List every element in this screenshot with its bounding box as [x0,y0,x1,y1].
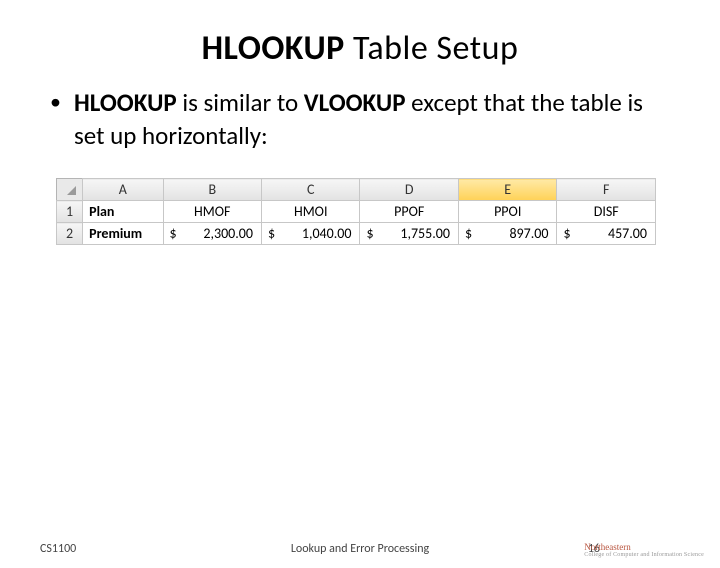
table-row: 1 Plan HMOF HMOI PPOF PPOI DISF [57,201,656,223]
title-bold: HLOOKUP [202,28,345,69]
row-header-1: 1 [57,201,83,223]
cell-b2: $2,300.00 [163,223,261,245]
footer-logo: Northeastern College of Computer and Inf… [584,543,704,558]
col-header-e: E [458,179,556,201]
table-row: 2 Premium $2,300.00 $1,040.00 $1,755.00 … [57,223,656,245]
cell-d2: $1,755.00 [360,223,458,245]
cell-f1: DISF [557,201,656,223]
col-header-c: C [262,179,360,201]
select-all-corner [57,179,83,201]
col-header-b: B [163,179,261,201]
cell-e2: $897.00 [458,223,556,245]
bullet-icon: • [50,87,74,152]
bullet-item: • HLOOKUP is similar to VLOOKUP except t… [50,87,670,152]
cell-e1: PPOI [458,201,556,223]
title-rest: Table Setup [345,28,519,69]
bullet-text: HLOOKUP is similar to VLOOKUP except tha… [74,87,670,152]
footer-logo-sub: College of Computer and Information Scie… [584,552,704,558]
cell-f2: $457.00 [557,223,656,245]
slide-title: HLOOKUP Table Setup [0,28,720,69]
cell-b1: HMOF [163,201,261,223]
col-header-f: F [557,179,656,201]
row-header-2: 2 [57,223,83,245]
col-header-d: D [360,179,458,201]
col-header-a: A [83,179,163,201]
bullet-bold-2: VLOOKUP [304,87,406,118]
bullet-bold-1: HLOOKUP [74,87,177,118]
cell-a1: Plan [83,201,163,223]
cell-a2: Premium [83,223,163,245]
footer-logo-top: Northeastern [584,542,630,552]
cell-d1: PPOF [360,201,458,223]
cell-c1: HMOI [262,201,360,223]
spreadsheet: A B C D E F 1 Plan HMOF HMOI PPOF PPOI D… [56,178,656,245]
cell-c2: $1,040.00 [262,223,360,245]
